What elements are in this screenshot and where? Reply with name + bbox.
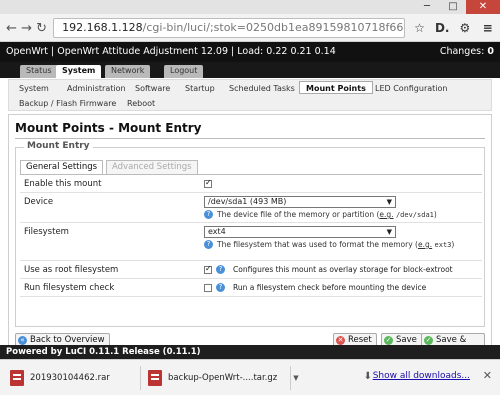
tab-status[interactable]: Status — [20, 65, 58, 78]
subnav-system[interactable]: System — [13, 82, 55, 95]
filesystem-select[interactable]: ext4 ▼ — [204, 226, 396, 238]
show-all-downloads-link[interactable]: Show all downloads... — [373, 371, 470, 381]
mount-entry-fieldset: Mount Entry General Settings Advanced Se… — [15, 141, 485, 327]
subnav-software[interactable]: Software — [129, 82, 176, 95]
main-content: Mount Points - Mount Entry Mount Entry G… — [8, 114, 492, 357]
tab-logout[interactable]: Logout — [164, 65, 204, 78]
subnav-scheduled-tasks[interactable]: Scheduled Tasks — [223, 82, 301, 95]
root-filesystem-help: Configures this mount as overlay storage… — [233, 265, 453, 274]
minimize-icon[interactable]: ─ — [414, 0, 440, 14]
tab-system[interactable]: System — [56, 65, 102, 78]
filesystem-label: Filesystem — [24, 227, 69, 237]
back-icon: « — [18, 336, 27, 345]
subnav-startup[interactable]: Startup — [179, 82, 221, 95]
help-icon: ? — [204, 240, 213, 249]
download-item[interactable]: 201930104462.rar ▼ — [10, 368, 155, 388]
download-bar: 201930104462.rar ▼ backup-OpenWrt-....ta… — [0, 359, 500, 395]
url-host: 192.168.1.128 — [62, 21, 143, 34]
fsck-checkbox[interactable] — [204, 283, 212, 292]
divider — [140, 366, 141, 390]
row-enable: Enable this mount — [20, 175, 482, 193]
root-filesystem-label: Use as root filesystem — [24, 265, 119, 275]
puzzle-icon[interactable]: ⚙ — [457, 18, 474, 38]
download-filename: 201930104462.rar — [30, 373, 110, 383]
tab-strip: ─ □ ✕ — [0, 0, 500, 14]
device-label: Device — [24, 197, 54, 207]
row-root-filesystem: Use as root filesystem ? Configures this… — [20, 261, 482, 279]
help-icon: ? — [216, 265, 225, 274]
fsck-help: Run a filesystem check before mounting t… — [233, 283, 427, 292]
close-icon[interactable]: ✕ — [483, 369, 492, 382]
url-path: /cgi-bin/luci/;stok=0250db1ea89159810718… — [142, 21, 405, 34]
luci-page: OpenWrt | OpenWrt Attitude Adjustment 12… — [0, 42, 500, 365]
changes-indicator[interactable]: Changes: 0 — [440, 42, 494, 62]
fsck-label: Run filesystem check — [24, 283, 115, 293]
reset-icon: ✕ — [336, 336, 345, 345]
fieldset-legend: Mount Entry — [24, 141, 93, 151]
star-icon[interactable]: ☆ — [411, 18, 428, 38]
help-icon: ? — [216, 283, 225, 292]
row-device: Device /dev/sda1 (493 MB) ▼ ? The device … — [20, 193, 482, 223]
subnav-led-configuration[interactable]: LED Configuration — [369, 82, 453, 95]
chevron-down-icon: ▼ — [386, 198, 392, 206]
save-icon: ✓ — [384, 336, 393, 345]
maximize-icon[interactable]: □ — [440, 0, 466, 14]
reload-icon[interactable]: ↻ — [34, 19, 49, 37]
browser-toolbar: ─ □ ✕ ← → ↻ 192.168.1.128/cgi-bin/luci/;… — [0, 0, 500, 42]
page-title: Mount Points - Mount Entry — [15, 121, 202, 135]
device-help: ? The device file of the memory or parti… — [204, 210, 474, 220]
tab-network[interactable]: Network — [105, 65, 151, 78]
archive-file-icon — [148, 370, 162, 386]
filesystem-help: ? The filesystem that was used to format… — [204, 240, 474, 250]
back-arrow-icon[interactable]: ← — [4, 19, 19, 37]
subnav-administration[interactable]: Administration — [61, 82, 132, 95]
main-tab-bar: Status System Network Logout — [0, 62, 500, 78]
subnav-backup-flash[interactable]: Backup / Flash Firmware — [13, 97, 122, 110]
title-divider — [15, 138, 485, 139]
enable-checkbox[interactable] — [204, 178, 212, 188]
subnav-mount-points[interactable]: Mount Points — [299, 81, 373, 94]
download-icon: ⬇ — [363, 371, 372, 382]
mount-form: Enable this mount Device /dev/sda1 (493 … — [20, 174, 482, 297]
archive-file-icon — [10, 370, 24, 386]
close-window-icon[interactable]: ✕ — [466, 0, 500, 14]
address-bar[interactable]: 192.168.1.128/cgi-bin/luci/;stok=0250db1… — [53, 18, 406, 38]
header-status-text: OpenWrt | OpenWrt Attitude Adjustment 12… — [6, 46, 336, 57]
tab-advanced-settings[interactable]: Advanced Settings — [106, 160, 198, 174]
system-sub-nav: System Administration Software Startup S… — [8, 79, 492, 111]
extension-icon[interactable]: D. — [434, 18, 451, 38]
help-icon: ? — [204, 210, 213, 219]
enable-label: Enable this mount — [24, 179, 102, 189]
page-footer: Powered by LuCI 0.11.1 Release (0.11.1) — [0, 345, 500, 359]
download-filename: backup-OpenWrt-....tar.gz — [168, 373, 278, 383]
menu-icon[interactable]: ≡ — [479, 18, 496, 38]
chevron-down-icon[interactable]: ▼ — [293, 374, 298, 382]
header-status-bar: OpenWrt | OpenWrt Attitude Adjustment 12… — [0, 42, 500, 62]
chevron-down-icon: ▼ — [386, 228, 392, 236]
root-filesystem-checkbox[interactable] — [204, 264, 212, 274]
tab-general-settings[interactable]: General Settings — [20, 160, 104, 174]
save-apply-icon: ✓ — [424, 336, 433, 345]
forward-arrow-icon[interactable]: → — [19, 19, 34, 37]
download-item[interactable]: backup-OpenWrt-....tar.gz ▼ — [148, 368, 299, 388]
subnav-reboot[interactable]: Reboot — [121, 97, 161, 110]
row-fsck: Run filesystem check ? Run a filesystem … — [20, 279, 482, 297]
device-select[interactable]: /dev/sda1 (493 MB) ▼ — [204, 196, 396, 208]
row-filesystem: Filesystem ext4 ▼ ? The filesystem that w… — [20, 223, 482, 261]
divider — [290, 366, 291, 390]
